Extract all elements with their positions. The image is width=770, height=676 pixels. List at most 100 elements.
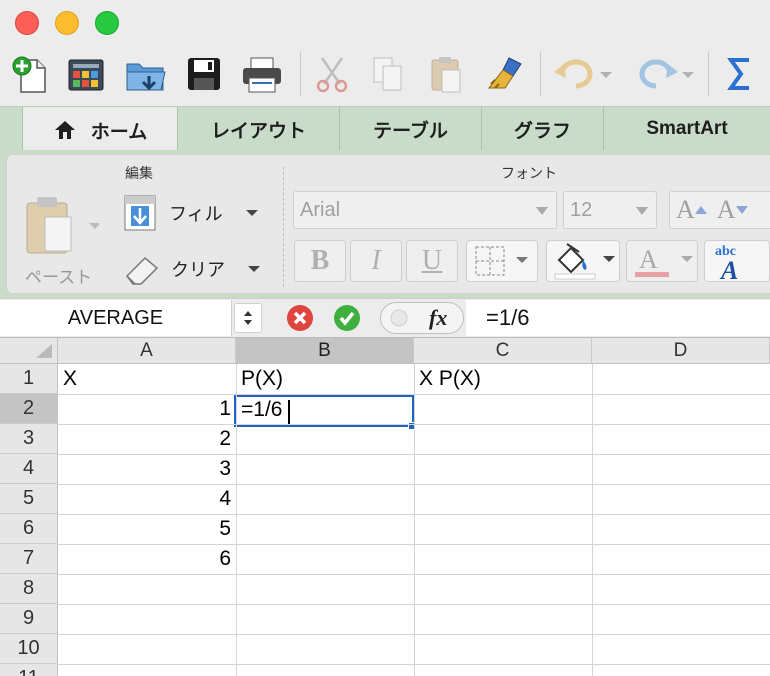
autosum-button[interactable] — [720, 50, 760, 98]
tab-home-label: ホーム — [90, 121, 148, 143]
chevron-down-icon — [636, 207, 648, 215]
select-all-corner[interactable] — [0, 338, 58, 364]
active-cell-b2[interactable]: =1/6 — [234, 395, 414, 427]
column-header-d[interactable]: D — [592, 338, 770, 364]
zoom-window-button[interactable] — [95, 11, 119, 35]
paste-label: ペースト — [25, 268, 93, 288]
svg-text:A: A — [719, 256, 738, 281]
templates-icon — [68, 59, 104, 91]
row-header-11[interactable]: 11 — [0, 664, 58, 676]
formula-input[interactable]: =1/6 — [466, 300, 770, 336]
clear-button[interactable]: クリア — [123, 247, 273, 291]
column-header-b[interactable]: B — [236, 338, 414, 364]
row-header-9[interactable]: 9 — [0, 604, 58, 634]
grow-font-button[interactable]: A — [676, 195, 695, 225]
cancel-formula-button[interactable] — [287, 305, 313, 331]
row-header-7[interactable]: 7 — [0, 544, 58, 574]
new-workbook-button[interactable] — [10, 50, 50, 98]
tab-layout[interactable]: レイアウト — [178, 107, 340, 151]
cell-b1[interactable]: P(X) — [236, 364, 414, 394]
up-down-arrows-icon — [244, 311, 252, 325]
svg-text:A: A — [639, 245, 658, 274]
cell-a5[interactable]: 4 — [58, 484, 236, 514]
row-header-1[interactable]: 1 — [0, 364, 58, 394]
tab-home[interactable]: ホーム — [22, 107, 178, 153]
underline-button[interactable]: U — [406, 240, 458, 282]
grow-font-icon — [694, 206, 707, 214]
cell-a1[interactable]: X — [58, 364, 236, 394]
cell-a2[interactable]: 1 — [58, 394, 236, 424]
row-header-8[interactable]: 8 — [0, 574, 58, 604]
fill-color-button[interactable] — [546, 240, 620, 282]
fill-down-icon — [124, 195, 156, 231]
minimize-window-button[interactable] — [55, 11, 79, 35]
font-size-value: 12 — [570, 198, 593, 221]
enter-formula-button[interactable] — [334, 305, 360, 331]
font-color-button[interactable]: A — [626, 240, 698, 282]
name-box[interactable]: AVERAGE — [0, 300, 232, 336]
formula-bar: AVERAGE fx =1/6 — [0, 298, 770, 338]
row-header-6[interactable]: 6 — [0, 514, 58, 544]
fill-handle[interactable] — [408, 422, 416, 430]
redo-button[interactable] — [626, 50, 696, 98]
toolbar-separator — [540, 52, 541, 96]
undo-button[interactable] — [550, 50, 616, 98]
cell-c1[interactable]: X P(X) — [414, 364, 592, 394]
paste-icon — [431, 57, 461, 93]
cell-a7[interactable]: 6 — [58, 544, 236, 574]
templates-button[interactable] — [64, 50, 108, 98]
open-icon — [126, 63, 166, 91]
redo-icon — [639, 59, 694, 89]
column-header-a[interactable]: A — [58, 338, 236, 364]
cell-a4[interactable]: 3 — [58, 454, 236, 484]
tab-smartart[interactable]: SmartArt — [604, 107, 770, 151]
tab-chart[interactable]: グラフ — [482, 107, 604, 151]
italic-button[interactable]: I — [350, 240, 402, 282]
cell-a3[interactable]: 2 — [58, 424, 236, 454]
font-group-title: フォント — [501, 166, 557, 182]
column-header-c[interactable]: C — [414, 338, 592, 364]
fill-label: フィル — [169, 204, 223, 225]
print-button[interactable] — [238, 50, 286, 98]
chevron-down-icon — [248, 266, 260, 272]
row-header-3[interactable]: 3 — [0, 424, 58, 454]
open-button[interactable] — [122, 50, 170, 98]
font-grow-shrink-group: A A — [669, 191, 770, 229]
row-header-4[interactable]: 4 — [0, 454, 58, 484]
copy-button[interactable] — [368, 50, 408, 98]
bold-button[interactable]: B — [294, 240, 346, 282]
close-window-button[interactable] — [15, 11, 39, 35]
fx-icon: fx — [429, 305, 448, 330]
paste-button[interactable]: ペースト — [17, 191, 109, 288]
paste-icon — [26, 197, 99, 254]
save-button[interactable] — [182, 50, 226, 98]
edit-group-title: 編集 — [125, 166, 153, 182]
cut-button[interactable] — [310, 50, 354, 98]
tab-smartart-label: SmartArt — [646, 118, 728, 139]
tab-chart-label: グラフ — [513, 120, 571, 142]
name-box-stepper[interactable] — [234, 303, 262, 333]
row-header-5[interactable]: 5 — [0, 484, 58, 514]
fill-button[interactable]: フィル — [123, 191, 273, 235]
text-styles-button[interactable]: abc A — [704, 240, 770, 282]
row-header-2[interactable]: 2 — [0, 394, 58, 424]
tab-table[interactable]: テーブル — [340, 107, 482, 151]
chevron-down-icon — [245, 210, 258, 216]
row-header-10[interactable]: 10 — [0, 634, 58, 664]
title-bar — [0, 0, 770, 44]
close-icon — [293, 311, 307, 325]
group-divider — [283, 167, 284, 287]
format-painter-button[interactable] — [482, 50, 526, 98]
new-workbook-icon — [12, 56, 46, 93]
borders-button[interactable] — [466, 240, 538, 282]
text-effects-icon: abc A — [715, 244, 738, 281]
font-size-select[interactable]: 12 — [563, 191, 657, 229]
toolbar-separator — [300, 52, 301, 96]
cell-a6[interactable]: 5 — [58, 514, 236, 544]
font-name-select[interactable]: Arial — [293, 191, 557, 229]
function-button[interactable]: fx — [380, 302, 464, 334]
tab-layout-label: レイアウト — [210, 120, 306, 142]
paste-toolbar-button[interactable] — [424, 50, 468, 98]
ribbon-tabs: ホーム レイアウト テーブル グラフ SmartArt — [0, 106, 770, 153]
shrink-font-button[interactable]: A — [717, 195, 736, 225]
